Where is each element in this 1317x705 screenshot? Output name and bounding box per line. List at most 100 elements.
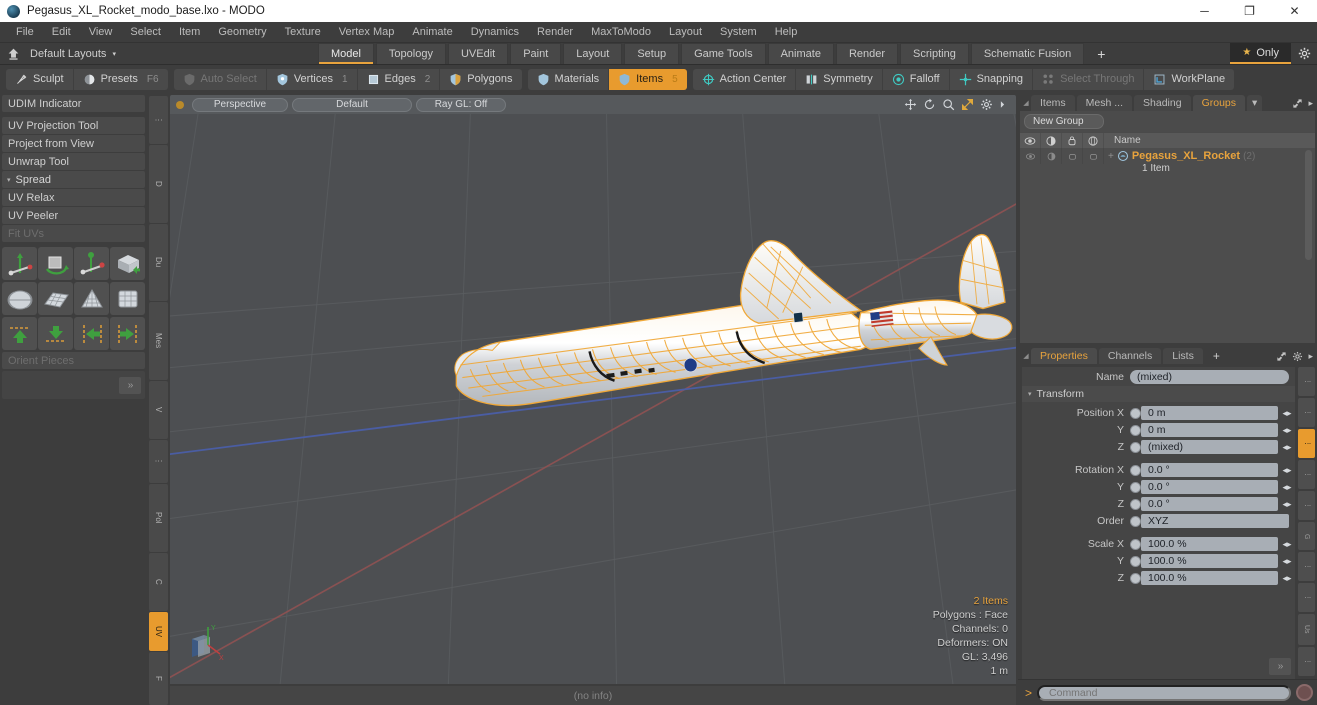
rotation-x-stepper[interactable]: ◂▸ <box>1279 465 1295 476</box>
menu-item-geometry[interactable]: Geometry <box>209 22 275 43</box>
layout-tab-schematic-fusion[interactable]: Schematic Fusion <box>970 43 1085 64</box>
udim-indicator-button[interactable]: UDIM Indicator <box>2 95 145 112</box>
render-icon[interactable] <box>1041 132 1062 149</box>
name-input[interactable]: (mixed) <box>1130 370 1289 384</box>
viewport-gear-icon[interactable] <box>980 98 993 111</box>
rotation-z-stepper[interactable]: ◂▸ <box>1279 499 1295 510</box>
default-layouts-dropdown[interactable]: Default Layouts ▾ <box>26 43 128 64</box>
viewport-3d[interactable]: Y X 2 Items Polygons : Face Channels: 0 … <box>170 114 1016 684</box>
layout-tab-animate[interactable]: Animate <box>767 43 834 64</box>
tab-groups[interactable]: Groups <box>1192 95 1246 111</box>
new-group-button[interactable]: New Group <box>1024 114 1104 129</box>
rotation-z-input[interactable]: 0.0 ° <box>1141 497 1278 511</box>
viewport-indicator-icon[interactable] <box>176 100 184 109</box>
transform-section-header[interactable]: ▾ Transform <box>1022 386 1295 402</box>
vtab-more-1[interactable]: ⋮ <box>149 96 168 145</box>
table-row[interactable]: + Pegasus_XL_Rocket (2) <box>1020 148 1315 164</box>
order-select[interactable]: XYZ <box>1141 514 1289 528</box>
symmetry-button[interactable]: Symmetry <box>796 68 883 90</box>
pvtab-users[interactable]: Us <box>1298 614 1315 645</box>
layout-tab-layout[interactable]: Layout <box>563 43 623 64</box>
menu-item-select[interactable]: Select <box>121 22 170 43</box>
vtab-mesh-edit[interactable]: Mes <box>149 302 168 380</box>
menu-item-view[interactable]: View <box>80 22 122 43</box>
row-wire-toggle[interactable] <box>1083 148 1104 164</box>
pvtab-2[interactable]: ⋮ <box>1298 398 1315 428</box>
items-mode-button[interactable]: Items 5 <box>609 68 687 90</box>
presets-button[interactable]: Sculpt Presets F6 <box>74 69 168 90</box>
menu-item-vertex-map[interactable]: Vertex Map <box>330 22 404 43</box>
menu-item-animate[interactable]: Animate <box>403 22 461 43</box>
group-tree-scrollbar[interactable] <box>1305 150 1312 260</box>
workplane-button[interactable]: WorkPlane <box>1144 69 1234 90</box>
uv-relax-button[interactable]: UV Relax <box>2 189 145 206</box>
menu-item-texture[interactable]: Texture <box>276 22 330 43</box>
panel-more-icon[interactable]: ▸ <box>1308 98 1313 109</box>
tab-shading[interactable]: Shading <box>1134 95 1191 111</box>
scale-y-stepper[interactable]: ◂▸ <box>1279 556 1295 567</box>
materials-mode-button[interactable]: Materials <box>528 68 610 90</box>
viewport-raygl-dropdown[interactable]: Ray GL: Off <box>416 97 506 112</box>
rotation-y-stepper[interactable]: ◂▸ <box>1279 482 1295 493</box>
rotation-z-key-toggle[interactable] <box>1130 498 1141 510</box>
pvtab-10[interactable]: ⋮ <box>1298 646 1315 676</box>
menu-item-maxtomodo[interactable]: MaxToModo <box>582 22 660 43</box>
rotation-x-input[interactable]: 0.0 ° <box>1141 463 1278 477</box>
row-render-toggle[interactable] <box>1041 148 1062 164</box>
properties-more-icon[interactable]: ▸ <box>1308 351 1313 362</box>
sphere-map-icon[interactable] <box>2 282 37 315</box>
pvtab-4[interactable]: ⋮ <box>1298 460 1315 490</box>
layout-tab-render[interactable]: Render <box>835 43 899 64</box>
row-eye-toggle[interactable] <box>1020 148 1041 164</box>
order-key-toggle[interactable] <box>1130 515 1141 527</box>
group-row-label[interactable]: + Pegasus_XL_Rocket (2) <box>1104 150 1255 162</box>
eye-icon[interactable] <box>1020 132 1041 149</box>
wireframe-icon[interactable] <box>1083 132 1104 149</box>
position-z-key-toggle[interactable] <box>1130 441 1141 453</box>
vtab-uv[interactable]: UV <box>149 612 168 651</box>
move-tool-icon[interactable] <box>904 98 917 111</box>
menu-item-help[interactable]: Help <box>766 22 807 43</box>
falloff-button[interactable]: Falloff <box>883 68 950 90</box>
panel-corner-icon[interactable]: ◢ <box>1021 95 1031 111</box>
vtab-fusion[interactable]: F <box>149 651 168 705</box>
unwrap-box-icon[interactable] <box>110 247 145 280</box>
pvtab-8[interactable]: ⋮ <box>1298 583 1315 613</box>
gear-icon[interactable] <box>1291 43 1317 64</box>
menu-item-layout[interactable]: Layout <box>660 22 711 43</box>
scale-x-key-toggle[interactable] <box>1130 538 1141 550</box>
select-through-button[interactable]: Select Through <box>1033 68 1145 90</box>
menu-item-item[interactable]: Item <box>170 22 209 43</box>
fit-tool-icon[interactable] <box>961 98 974 111</box>
vtab-duplicate[interactable]: Du <box>149 223 168 302</box>
add-layout-tab-button[interactable]: + <box>1086 43 1116 64</box>
menu-item-render[interactable]: Render <box>528 22 582 43</box>
layout-tab-setup[interactable]: Setup <box>624 43 680 64</box>
layout-tab-game-tools[interactable]: Game Tools <box>681 43 766 64</box>
flip-up-icon[interactable] <box>2 317 37 350</box>
move-uv-icon[interactable] <box>2 247 37 280</box>
flip-down-icon[interactable] <box>38 317 73 350</box>
scale-x-input[interactable]: 100.0 % <box>1141 537 1278 551</box>
project-from-view-button[interactable]: Project from View <box>2 135 145 152</box>
fit-uvs-button[interactable]: Fit UVs <box>2 225 145 242</box>
pvtab-general[interactable]: G <box>1298 522 1315 551</box>
vtab-curve[interactable]: C <box>149 553 168 612</box>
flip-right-icon[interactable] <box>110 317 145 350</box>
row-lock-toggle[interactable] <box>1062 148 1083 164</box>
pvtab-7[interactable]: ⋮ <box>1298 552 1315 582</box>
position-x-stepper[interactable]: ◂▸ <box>1279 408 1295 419</box>
rotation-y-key-toggle[interactable] <box>1130 481 1141 493</box>
unwrap-tool-button[interactable]: Unwrap Tool <box>2 153 145 170</box>
menu-item-file[interactable]: File <box>7 22 43 43</box>
position-z-input[interactable]: (mixed) <box>1141 440 1278 454</box>
viewport-perspective-dropdown[interactable]: Perspective <box>192 97 288 112</box>
pvtab-5[interactable]: ⋮ <box>1298 491 1315 521</box>
layout-tab-scripting[interactable]: Scripting <box>900 43 969 64</box>
position-x-key-toggle[interactable] <box>1130 407 1141 419</box>
minimize-button[interactable]: ─ <box>1182 0 1227 22</box>
action-center-button[interactable]: Action Center <box>693 68 797 90</box>
cylinder-map-icon[interactable] <box>110 282 145 315</box>
uv-peeler-button[interactable]: UV Peeler <box>2 207 145 224</box>
vtab-vertex[interactable]: V <box>149 380 168 439</box>
